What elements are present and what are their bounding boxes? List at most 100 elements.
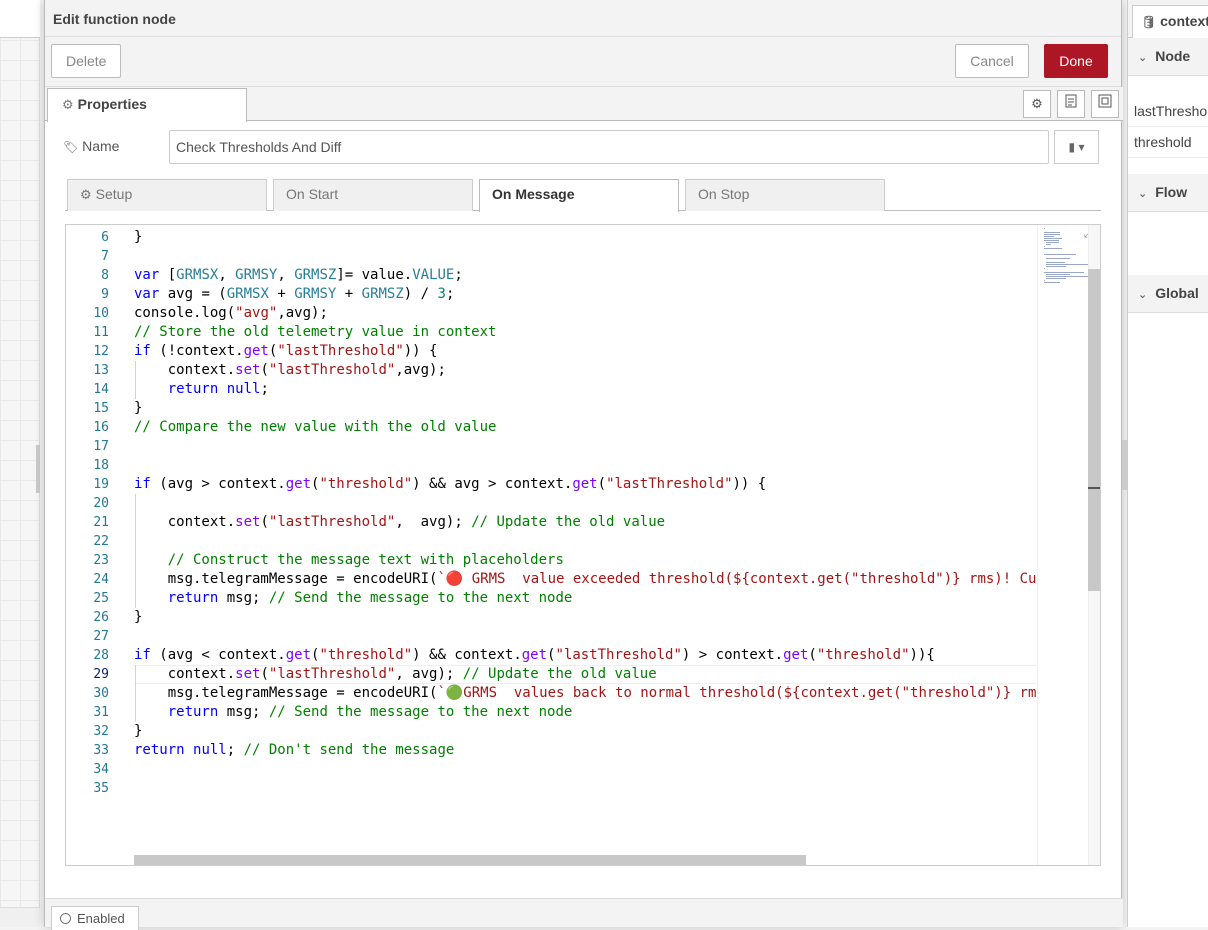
database-icon: 🛢 — [1141, 15, 1156, 29]
code-line[interactable]: // Store the old telemetry value in cont… — [134, 323, 496, 342]
workspace-splitter[interactable] — [36, 445, 40, 493]
section-global[interactable]: ⌄ Global — [1128, 275, 1208, 313]
section-node[interactable]: ⌄Node — [1128, 38, 1208, 76]
line-number: 13 — [66, 361, 109, 380]
code-editor[interactable]: 6789101112131415161718192021222324252627… — [65, 224, 1101, 866]
scroll-position-marker — [1088, 487, 1101, 489]
code-line[interactable]: return msg; // Send the message to the n… — [134, 703, 572, 722]
code-line[interactable]: if (!context.get("lastThreshold")) { — [134, 342, 437, 361]
code-line[interactable]: } — [134, 228, 142, 247]
code-line[interactable]: // Compare the new value with the old va… — [134, 418, 496, 437]
code-minimap[interactable] — [1037, 225, 1087, 865]
code-line[interactable]: console.log("avg",avg); — [134, 304, 328, 323]
name-label: Name — [82, 138, 119, 154]
code-line[interactable]: var avg = (GRMSX + GRMSY + GRMSZ) / 3; — [134, 285, 454, 304]
line-number: 17 — [66, 437, 109, 456]
line-number: 23 — [66, 551, 109, 570]
minimap-line — [1044, 282, 1060, 283]
appearance-frame-icon[interactable] — [1091, 90, 1119, 118]
code-line[interactable]: context.set("lastThreshold", avg); // Up… — [134, 513, 665, 532]
gear-icon: ⚙ — [62, 97, 74, 113]
code-line[interactable]: if (avg > context.get("threshold") && av… — [134, 475, 766, 494]
code-line[interactable]: if (avg < context.get("threshold") && co… — [134, 646, 935, 665]
enabled-toggle[interactable]: Enabled — [51, 906, 139, 930]
line-number: 24 — [66, 570, 109, 589]
line-number: 21 — [66, 513, 109, 532]
name-row: 🏷 Name ▮ ▾ — [63, 130, 1103, 164]
line-number: 11 — [66, 323, 109, 342]
tab-on-message[interactable]: On Message — [479, 179, 679, 212]
tab-on-stop[interactable]: On Stop — [685, 179, 885, 211]
tab-on-stop-label: On Stop — [698, 186, 749, 202]
enabled-label: Enabled — [77, 911, 125, 926]
line-number: 16 — [66, 418, 109, 437]
line-number: 18 — [66, 456, 109, 475]
tray-toolbar: Delete Cancel Done — [45, 37, 1121, 87]
indent-guide — [135, 494, 136, 608]
done-button[interactable]: Done — [1044, 44, 1108, 78]
section-flow-label: Flow — [1155, 184, 1187, 200]
minimap-line — [1046, 258, 1071, 259]
context-item-threshold[interactable]: threshold — [1128, 128, 1208, 158]
delete-button[interactable]: Delete — [51, 44, 121, 78]
tab-properties[interactable]: ⚙Properties — [47, 88, 247, 122]
tab-on-message-label: On Message — [492, 186, 574, 202]
line-number-gutter: 6789101112131415161718192021222324252627… — [66, 225, 128, 865]
minimap-line — [1044, 236, 1054, 237]
vertical-scrollbar[interactable] — [1088, 269, 1101, 591]
icon-picker-button[interactable]: ▮ ▾ — [1054, 130, 1099, 164]
section-global-label: Global — [1155, 285, 1199, 301]
code-line[interactable]: } — [134, 722, 142, 741]
line-number: 26 — [66, 608, 109, 627]
code-line[interactable]: msg.telegramMessage = encodeURI(`🔴 GRMS … — [134, 570, 1036, 589]
name-label-wrap: 🏷 Name — [63, 138, 119, 154]
section-node-label: Node — [1155, 48, 1190, 64]
context-item-lastthreshold[interactable]: lastThreshold — [1128, 97, 1208, 127]
minimap-line — [1046, 276, 1088, 277]
horizontal-scrollbar[interactable] — [134, 855, 806, 866]
circle-icon — [60, 913, 71, 924]
line-number: 28 — [66, 646, 109, 665]
code-line[interactable]: var [GRMSX, GRMSY, GRMSZ]= value.VALUE; — [134, 266, 463, 285]
line-number: 34 — [66, 760, 109, 779]
tray-footer: Enabled — [45, 898, 1123, 927]
code-line[interactable]: return msg; // Send the message to the n… — [134, 589, 572, 608]
code-line[interactable]: // Construct the message text with place… — [134, 551, 564, 570]
cancel-button[interactable]: Cancel — [955, 44, 1029, 78]
line-number: 30 — [66, 684, 109, 703]
line-number: 25 — [66, 589, 109, 608]
code-line[interactable]: return null; // Don't send the message — [134, 741, 454, 760]
line-number: 27 — [66, 627, 109, 646]
book-icon: ▮ — [1069, 140, 1076, 154]
line-number: 33 — [66, 741, 109, 760]
description-doc-icon[interactable] — [1057, 90, 1085, 118]
code-line[interactable]: } — [134, 608, 142, 627]
chevron-down-icon: ⌄ — [1138, 187, 1147, 200]
code-text-area[interactable]: } var [GRMSX, GRMSY, GRMSZ]= value.VALUE;… — [134, 225, 1036, 865]
tab-context[interactable]: 🛢 context — [1132, 5, 1208, 38]
code-line[interactable]: return null; — [134, 380, 269, 399]
code-line[interactable]: context.set("lastThreshold",avg); — [134, 361, 446, 380]
tab-on-start-label: On Start — [286, 186, 338, 202]
minimap-line — [1044, 232, 1060, 233]
function-tabs: ⚙Setup On Start On Message On Stop — [65, 179, 1101, 211]
code-line[interactable]: } — [134, 399, 142, 418]
minimap-line — [1046, 262, 1066, 263]
line-number: 9 — [66, 285, 109, 304]
section-flow[interactable]: ⌄ Flow — [1128, 174, 1208, 212]
line-number: 29 — [66, 665, 109, 684]
frame-icon — [1098, 94, 1112, 108]
tab-context-label: context — [1160, 13, 1208, 29]
chevron-down-icon: ⌄ — [1138, 288, 1147, 301]
flow-workspace[interactable] — [0, 0, 40, 927]
workspace-scrollbar[interactable] — [0, 907, 40, 927]
code-line[interactable]: context.set("lastThreshold", avg); // Up… — [134, 665, 657, 684]
line-number: 31 — [66, 703, 109, 722]
minimap-line — [1044, 234, 1060, 235]
tab-setup[interactable]: ⚙Setup — [67, 179, 267, 211]
name-input[interactable] — [169, 130, 1049, 164]
minimap-line — [1046, 244, 1051, 245]
code-line[interactable]: msg.telegramMessage = encodeURI(`🟢GRMS v… — [134, 684, 1036, 703]
tab-on-start[interactable]: On Start — [273, 179, 473, 211]
settings-gear-icon[interactable]: ⚙ — [1023, 90, 1051, 118]
